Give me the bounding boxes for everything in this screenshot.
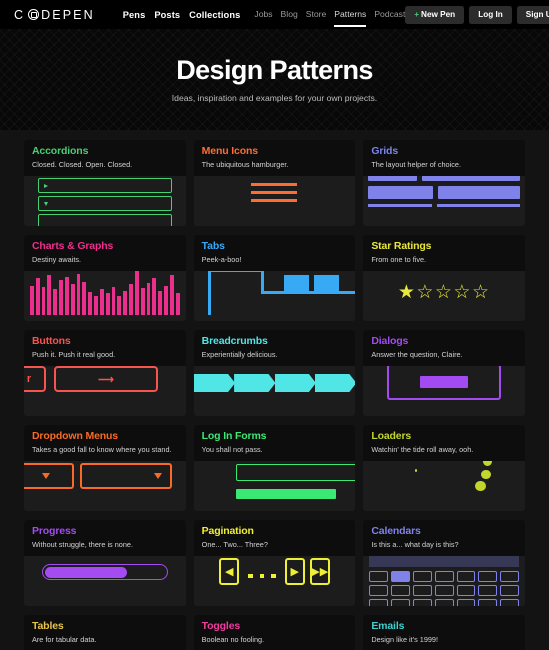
card-description: You shall not pass. — [201, 445, 263, 455]
card-title: Tabs — [201, 240, 225, 252]
pattern-card[interactable]: Progress Without struggle, there is none. — [24, 520, 186, 606]
pattern-card[interactable]: Log In Forms You shall not pass. — [193, 425, 356, 511]
card-title: Toggles — [201, 620, 241, 632]
primary-nav: Pens Posts Collections — [123, 10, 241, 20]
pattern-card[interactable]: Breadcrumbs Experientially delicious. — [193, 330, 356, 416]
card-title: Breadcrumbs — [201, 335, 268, 347]
pattern-card[interactable]: Grids The layout helper of choice. — [363, 140, 525, 226]
card-description: Answer the question, Claire. — [371, 350, 463, 360]
page-title: Design Patterns — [176, 54, 373, 85]
pattern-card[interactable]: Dropdown Menus Takes a good fall to know … — [24, 425, 186, 511]
card-header: Dialogs Answer the question, Claire. — [363, 330, 525, 367]
card-header: Tabs Peek-a-boo! — [193, 235, 356, 272]
card-header: Accordions Closed. Closed. Open. Closed. — [24, 140, 186, 177]
card-title: Loaders — [371, 430, 412, 442]
plus-icon: + — [414, 10, 420, 19]
card-title: Tables — [32, 620, 64, 632]
card-title: Pagination — [201, 525, 254, 537]
pattern-card[interactable]: Accordions Closed. Closed. Open. Closed. — [24, 140, 186, 226]
card-header: Grids The layout helper of choice. — [363, 140, 525, 177]
card-description: The ubiquitous hamburger. — [201, 160, 289, 170]
card-header: Toggles Boolean no fooling. — [193, 615, 356, 650]
card-header: Menu Icons The ubiquitous hamburger. — [193, 140, 356, 177]
pattern-card[interactable]: Tabs Peek-a-boo! — [193, 235, 356, 321]
card-title: Charts & Graphs — [32, 240, 114, 252]
nav-item-blog[interactable]: Blog — [281, 9, 298, 21]
card-title: Grids — [371, 145, 399, 157]
pattern-card[interactable]: ★☆☆☆☆ Star Ratings From one to five. — [363, 235, 525, 321]
new-pen-label: New Pen — [421, 10, 456, 19]
pattern-card[interactable]: ◀ ▶ ▶▶ Pagination One... Two... Three? — [193, 520, 356, 606]
nav-item-pens[interactable]: Pens — [123, 10, 146, 20]
nav-item-store[interactable]: Store — [306, 9, 327, 21]
pattern-card[interactable]: r ⟶ Buttons Push it. Push it real good. — [24, 330, 186, 416]
card-header: Emails Design like it's 1999! — [363, 615, 525, 650]
card-header: Star Ratings From one to five. — [363, 235, 525, 272]
card-title: Calendars — [371, 525, 421, 537]
card-title: Dropdown Menus — [32, 430, 118, 442]
card-description: Experientially delicious. — [201, 350, 278, 360]
pattern-card[interactable]: Charts & Graphs Destiny awaits. — [24, 235, 186, 321]
new-pen-button[interactable]: + New Pen — [405, 5, 465, 24]
pattern-card[interactable]: Toggles Boolean no fooling. — [193, 615, 356, 650]
card-header: Charts & Graphs Destiny awaits. — [24, 235, 186, 272]
pattern-card[interactable]: Loaders Watchin' the tide roll away, ooh. — [363, 425, 525, 511]
card-description: Closed. Closed. Open. Closed. — [32, 160, 133, 170]
card-title: Buttons — [32, 335, 71, 347]
card-title: Star Ratings — [371, 240, 432, 252]
card-header: Calendars Is this a... what day is this? — [363, 520, 525, 557]
card-header: Buttons Push it. Push it real good. — [24, 330, 186, 367]
card-description: Are for tabular data. — [32, 635, 97, 645]
card-header: Loaders Watchin' the tide roll away, ooh. — [363, 425, 525, 462]
codepen-logo[interactable]: C DEPEN — [14, 8, 95, 22]
codepen-logo-icon — [27, 9, 39, 20]
card-description: Boolean no fooling. — [201, 635, 265, 645]
nav-item-patterns[interactable]: Patterns — [334, 9, 367, 27]
card-description: The layout helper of choice. — [371, 160, 461, 170]
pattern-card[interactable]: Tables Are for tabular data. — [24, 615, 186, 650]
card-description: Push it. Push it real good. — [32, 350, 116, 360]
nav-item-podcast[interactable]: Podcast — [374, 9, 405, 21]
pattern-card-grid: Accordions Closed. Closed. Open. Closed. M… — [0, 130, 549, 650]
card-description: Watchin' the tide roll away, ooh. — [371, 445, 474, 455]
pattern-card[interactable]: Calendars Is this a... what day is this? — [363, 520, 525, 606]
card-title: Log In Forms — [201, 430, 267, 442]
nav-actions: + New Pen Log In Sign Up — [405, 5, 549, 24]
page-subtitle: Ideas, inspiration and examples for your… — [171, 92, 378, 103]
card-header: Pagination One... Two... Three? — [193, 520, 356, 557]
top-navigation-bar: C DEPEN Pens Posts Collections Jobs Blog… — [0, 0, 549, 29]
card-title: Emails — [371, 620, 405, 632]
pattern-card[interactable]: Menu Icons The ubiquitous hamburger. — [193, 140, 356, 226]
card-header: Log In Forms You shall not pass. — [193, 425, 356, 462]
card-description: Without struggle, there is none. — [32, 540, 133, 550]
card-description: Is this a... what day is this? — [371, 540, 459, 550]
card-header: Breadcrumbs Experientially delicious. — [193, 330, 356, 367]
card-title: Accordions — [32, 145, 89, 157]
card-description: Destiny awaits. — [32, 255, 82, 265]
card-header: Progress Without struggle, there is none. — [24, 520, 186, 557]
card-title: Menu Icons — [201, 145, 258, 157]
nav-item-posts[interactable]: Posts — [154, 10, 180, 20]
logo-text-right: DEPEN — [41, 7, 95, 22]
card-description: Peek-a-boo! — [201, 255, 242, 265]
card-title: Progress — [32, 525, 77, 537]
nav-item-collections[interactable]: Collections — [189, 10, 240, 20]
pattern-card[interactable]: Emails Design like it's 1999! — [363, 615, 525, 650]
logo-text-left: C — [14, 7, 26, 22]
card-header: Tables Are for tabular data. — [24, 615, 186, 650]
hero-banner: Design Patterns Ideas, inspiration and e… — [0, 29, 549, 130]
card-description: One... Two... Three? — [201, 540, 268, 550]
pattern-card[interactable]: Dialogs Answer the question, Claire. — [363, 330, 525, 416]
secondary-nav: Jobs Blog Store Patterns Podcast — [254, 9, 405, 27]
nav-item-jobs[interactable]: Jobs — [254, 9, 272, 21]
card-title: Dialogs — [371, 335, 409, 347]
log-in-button[interactable]: Log In — [469, 5, 512, 24]
card-description: From one to five. — [371, 255, 427, 265]
card-description: Takes a good fall to know where you stan… — [32, 445, 172, 455]
sign-up-button[interactable]: Sign Up — [516, 5, 549, 24]
card-header: Dropdown Menus Takes a good fall to know … — [24, 425, 186, 462]
card-description: Design like it's 1999! — [371, 635, 439, 645]
